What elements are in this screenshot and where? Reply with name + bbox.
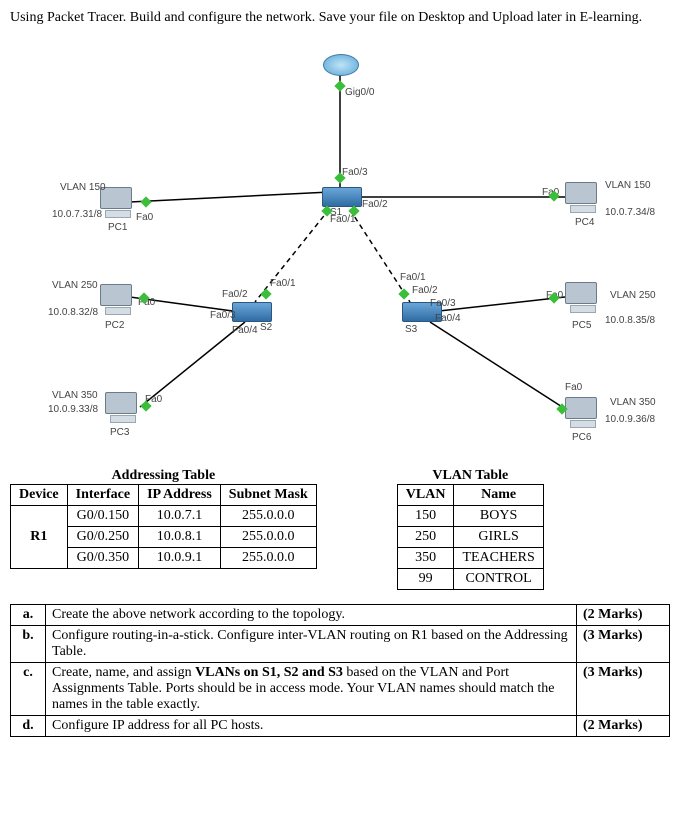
task-text: Create the above network according to th… xyxy=(46,605,577,626)
addr-cell: 10.0.9.1 xyxy=(139,548,221,569)
pc4-icon xyxy=(565,182,601,214)
pc3-icon xyxy=(105,392,141,424)
port-label: Fa0/1 xyxy=(270,278,296,289)
vlan-cell: CONTROL xyxy=(454,569,543,590)
pc-vlan: VLAN 350 xyxy=(610,397,656,408)
pc-ip: 10.0.9.36/8 xyxy=(605,414,655,425)
vlan-h-id: VLAN xyxy=(397,485,454,506)
addr-h-device: Device xyxy=(11,485,68,506)
port-label: Fa0 xyxy=(136,212,153,223)
instructions-text: Using Packet Tracer. Build and configure… xyxy=(10,10,680,26)
network-diagram: Gig0/0 Fa0/3 S1 Fa0/2 Fa0/1 S2 Fa0/1 Fa0… xyxy=(10,32,670,462)
port-label: Fa0/3 xyxy=(210,310,236,321)
pc-vlan: VLAN 150 xyxy=(605,180,651,191)
pc-vlan: VLAN 150 xyxy=(60,182,106,193)
switch-s1-icon xyxy=(322,187,362,207)
pc-name: PC3 xyxy=(110,427,129,438)
pc-name: PC1 xyxy=(108,222,127,233)
port-label: Fa0 xyxy=(565,382,582,393)
bold-vlans: VLANs on S1, S2 and S3 xyxy=(195,665,343,680)
pc-vlan: VLAN 350 xyxy=(52,390,98,401)
port-label: Fa0/2 xyxy=(362,199,388,210)
task-marks: (3 Marks) xyxy=(577,663,670,716)
addr-cell: 255.0.0.0 xyxy=(220,506,316,527)
task-text: Create, name, and assign VLANs on S1, S2… xyxy=(46,663,577,716)
task-letter: c. xyxy=(11,663,46,716)
task-letter: a. xyxy=(11,605,46,626)
addressing-table: Device Interface IP Address Subnet Mask … xyxy=(10,484,317,569)
task-marks: (2 Marks) xyxy=(577,605,670,626)
port-label: Fa0/1 xyxy=(330,214,356,225)
vlan-cell: 150 xyxy=(397,506,454,527)
pc-ip: 10.0.8.32/8 xyxy=(48,307,98,318)
addr-h-iface: Interface xyxy=(67,485,138,506)
pc-ip: 10.0.8.35/8 xyxy=(605,315,655,326)
task-marks: (3 Marks) xyxy=(577,626,670,663)
pc6-icon xyxy=(565,397,601,429)
task-text: Configure IP address for all PC hosts. xyxy=(46,716,577,737)
switch-label: S2 xyxy=(260,322,272,333)
port-label: Fa0/2 xyxy=(412,285,438,296)
port-label: Fa0/4 xyxy=(435,313,461,324)
pc-name: PC2 xyxy=(105,320,124,331)
task-letter: b. xyxy=(11,626,46,663)
switch-label: S3 xyxy=(405,324,417,335)
pc2-icon xyxy=(100,284,136,316)
addressing-table-title: Addressing Table xyxy=(10,468,317,484)
vlan-cell: 350 xyxy=(397,548,454,569)
port-label: Fa0/4 xyxy=(232,325,258,336)
tasks-table: a. Create the above network according to… xyxy=(10,604,670,737)
vlan-cell: 250 xyxy=(397,527,454,548)
pc-name: PC6 xyxy=(572,432,591,443)
pc-name: PC5 xyxy=(572,320,591,331)
vlan-cell: BOYS xyxy=(454,506,543,527)
addr-h-mask: Subnet Mask xyxy=(220,485,316,506)
addr-cell: 255.0.0.0 xyxy=(220,527,316,548)
addr-cell: 10.0.8.1 xyxy=(139,527,221,548)
port-label: Fa0/2 xyxy=(222,289,248,300)
vlan-table-title: VLAN Table xyxy=(397,468,544,484)
pc-ip: 10.0.7.34/8 xyxy=(605,207,655,218)
task-letter: d. xyxy=(11,716,46,737)
router-icon xyxy=(323,54,359,76)
pc-name: PC4 xyxy=(575,217,594,228)
addr-cell: G0/0.150 xyxy=(67,506,138,527)
addr-cell: G0/0.350 xyxy=(67,548,138,569)
pc-vlan: VLAN 250 xyxy=(52,280,98,291)
port-label: Gig0/0 xyxy=(345,87,374,98)
addr-h-ip: IP Address xyxy=(139,485,221,506)
port-label: Fa0/3 xyxy=(430,298,456,309)
vlan-h-name: Name xyxy=(454,485,543,506)
pc-ip: 10.0.7.31/8 xyxy=(52,209,102,220)
vlan-cell: GIRLS xyxy=(454,527,543,548)
task-marks: (2 Marks) xyxy=(577,716,670,737)
pc-ip: 10.0.9.33/8 xyxy=(48,404,98,415)
port-label: Fa0/1 xyxy=(400,272,426,283)
vlan-table: VLAN Name 150BOYS 250GIRLS 350TEACHERS 9… xyxy=(397,484,544,590)
vlan-cell: 99 xyxy=(397,569,454,590)
pc-vlan: VLAN 250 xyxy=(610,290,656,301)
addr-cell: G0/0.250 xyxy=(67,527,138,548)
switch-s2-icon xyxy=(232,302,272,322)
pc5-icon xyxy=(565,282,601,314)
addr-device: R1 xyxy=(11,506,68,569)
task-text: Configure routing-in-a-stick. Configure … xyxy=(46,626,577,663)
vlan-cell: TEACHERS xyxy=(454,548,543,569)
addr-cell: 255.0.0.0 xyxy=(220,548,316,569)
port-label: Fa0/3 xyxy=(342,167,368,178)
addr-cell: 10.0.7.1 xyxy=(139,506,221,527)
